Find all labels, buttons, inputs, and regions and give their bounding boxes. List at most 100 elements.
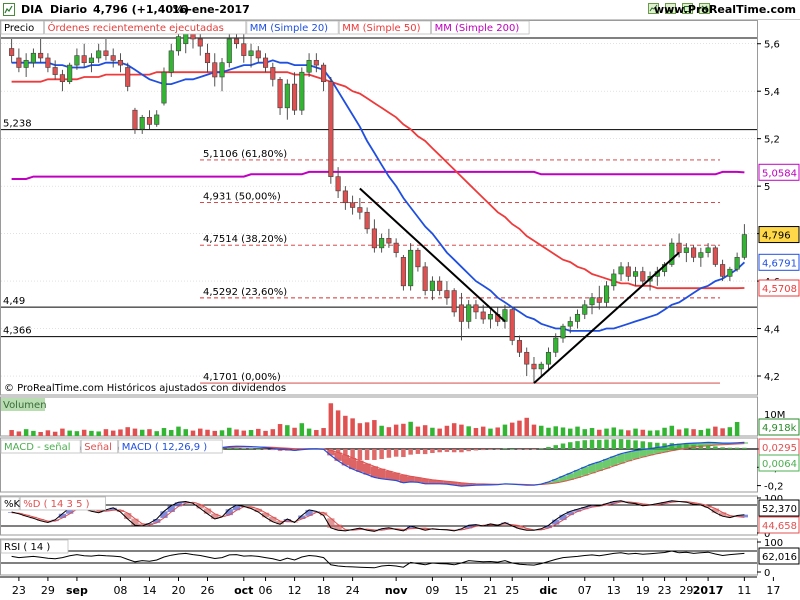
fibonacci-label: 4,931 (50,00%) [203,192,281,203]
candle [30,52,36,64]
volume-tag: 4,918k [762,423,797,434]
watermark: © ProRealTime.com Históricos ajustados c… [4,382,286,394]
stochastic-panel: %K%D ( 14 3 5 )100052,37044,658 [0,494,800,540]
stochastic-tag: 52,370 [762,504,797,515]
candle [698,252,704,258]
candle [473,304,479,313]
date-label: 16-ene-2017 [172,3,250,16]
macd-bar [357,448,363,461]
volume-bar [285,425,290,436]
macd-bar [538,448,544,450]
volume-bar [299,423,305,436]
macd-bar [604,439,609,449]
volume-bar [538,425,544,436]
volume-bar [444,425,450,436]
candle [103,50,109,56]
legend-item: %K [4,499,21,510]
volume-bar [473,428,479,436]
period-label: Diario [50,3,88,16]
macd-bar [524,448,529,450]
candle [415,249,421,268]
y-tick-label: 4,2 [764,372,780,383]
volume-bar [168,430,174,436]
y-tick-label: 0 [764,568,770,579]
candle [567,321,573,327]
macd-bar [248,448,254,450]
volume-bar [198,428,203,436]
volume-bar [466,426,471,436]
volume-bar [9,430,14,436]
candle [67,64,73,83]
legend-item: MM (Simple 200) [435,23,520,34]
volume-bar [357,423,363,436]
volume-bar [401,423,406,436]
x-tick-label: 09 [425,584,439,597]
support-label: 5,238 [3,119,32,130]
chart-area: 5,...5,...(1...)5,2384,494,3665,1106 (61… [0,20,800,597]
macd-bar [640,441,646,449]
candle [168,50,174,73]
macd-histogram [631,450,640,460]
volume-bar [502,424,508,436]
x-tick-label: 17 [766,584,780,597]
x-tick-label: 23 [658,584,672,597]
volume-bar [451,423,457,436]
macd-bar [495,448,500,450]
volume-bar [234,429,239,436]
symbol-label: DIA [21,3,43,16]
macd-bar [742,447,747,449]
macd-bar [480,448,486,451]
volume-bar [517,420,522,436]
volume-bar [81,429,87,436]
y-tick-label: 5,6 [764,40,780,51]
volume-bar [560,427,566,436]
legend-item: %D ( 14 3 5 ) [23,499,89,510]
candle [212,62,218,78]
candle [248,50,254,56]
macd-bar [553,445,558,449]
stochastic-tag: 44,658 [762,521,797,532]
candle [197,38,203,47]
price-tag: 4,5708 [762,284,797,295]
candle [437,280,443,291]
candle [524,351,530,365]
candle [45,57,51,68]
candle [625,266,631,277]
candle [632,271,639,277]
x-tick-label: 29 [679,584,693,597]
volume-bar [589,428,595,436]
volume-bar [618,429,624,436]
macd-bar [589,439,595,449]
volume-bar [713,426,718,436]
macd-bar [466,448,471,452]
volume-bar [45,430,51,436]
candle [255,50,261,59]
candle [545,351,552,365]
volume-title: Volumen [3,400,47,411]
stochastic-fill [203,508,212,514]
rsi-panel: RSI ( 14 ) 100 0 62,016 [0,538,800,579]
volume-bar [459,424,464,436]
price-tag: 5,0584 [762,168,797,179]
candle [582,304,588,315]
candle [574,314,581,322]
volume-bar [60,428,65,436]
macd-bar [437,448,442,453]
volume-bar [219,430,225,436]
candle [480,311,486,320]
x-tick-label: 13 [607,584,621,597]
candle [683,247,689,253]
candle [400,257,406,287]
macd-panel: MACD - señalSeñalMACD ( 12,26,9 )0-0,1-0… [0,437,800,493]
support-label: 4,49 [3,296,25,307]
candle [444,290,450,298]
candle [219,62,225,78]
macd-bar [517,448,522,450]
volume-bar [263,430,268,436]
volume-bar [139,429,145,436]
x-tick-label: 15 [454,584,468,597]
candle [589,297,595,306]
candle [741,234,747,258]
y-tick-label: 5,2 [764,135,780,146]
macd-histogram [370,466,378,478]
